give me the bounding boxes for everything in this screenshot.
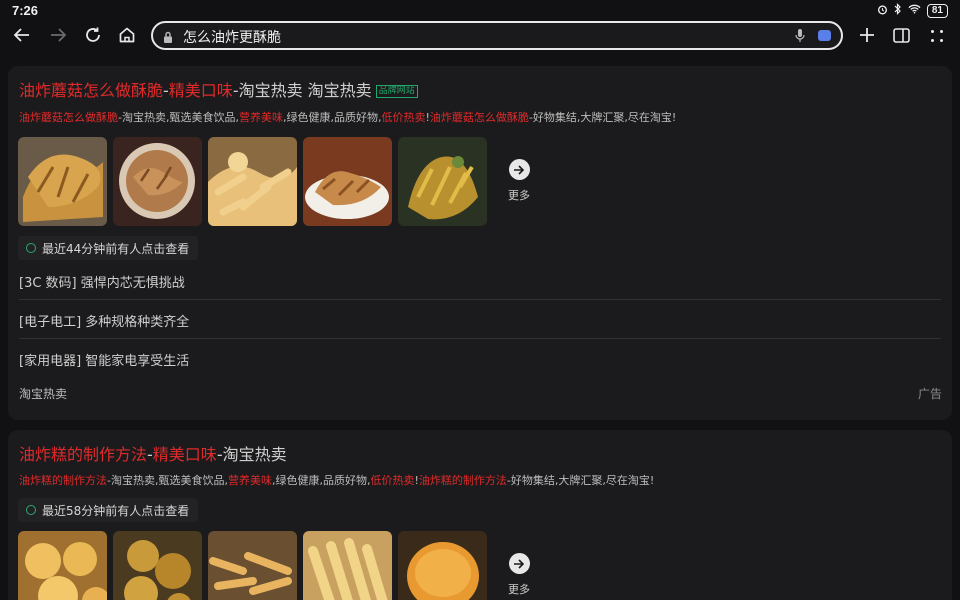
product-thumbnails bbox=[18, 137, 487, 226]
more-label: 更多 bbox=[508, 583, 530, 596]
arrow-left-icon bbox=[13, 27, 31, 47]
title-highlight[interactable]: 油炸糕的制作方法 bbox=[19, 445, 147, 464]
product-image[interactable] bbox=[113, 531, 202, 600]
divider bbox=[19, 299, 941, 300]
desc-text: ,绿色健康,品质好物, bbox=[271, 474, 371, 487]
brand-site-badge: 品牌网站 bbox=[375, 85, 418, 98]
desc-text: -好物集结,大牌汇聚,尽在淘宝! bbox=[528, 111, 677, 124]
forward-button[interactable] bbox=[45, 24, 71, 50]
sidebar-toggle-button[interactable] bbox=[888, 24, 914, 50]
arrow-right-circle-icon bbox=[508, 553, 530, 574]
status-time: 7:26 bbox=[12, 3, 39, 18]
desc-highlight: 油炸蘑菇怎么做酥脆 bbox=[429, 111, 529, 124]
product-image[interactable] bbox=[398, 137, 487, 226]
product-image[interactable] bbox=[208, 531, 297, 600]
new-tab-button[interactable] bbox=[854, 24, 880, 50]
title-highlight[interactable]: 精美口味 bbox=[153, 445, 217, 464]
title-highlight[interactable]: 油炸蘑菇怎么做酥脆 bbox=[19, 81, 163, 100]
home-icon bbox=[118, 26, 136, 48]
microphone-icon[interactable] bbox=[795, 28, 805, 47]
product-image[interactable] bbox=[18, 137, 107, 226]
desc-highlight: 低价热卖 bbox=[370, 474, 415, 487]
bluetooth-icon bbox=[894, 3, 902, 18]
more-images-button[interactable]: 更多 bbox=[499, 553, 539, 597]
arrow-right-icon bbox=[49, 27, 67, 47]
ad-label: 广告 bbox=[917, 387, 942, 401]
alarm-icon bbox=[877, 4, 888, 18]
result-card[interactable]: 油炸糕的制作方法-精美口味-淘宝热卖 油炸糕的制作方法-淘宝热卖,甄选美食饮品,… bbox=[8, 430, 952, 600]
grid-dots-icon bbox=[930, 28, 944, 47]
sitelink-item[interactable]: [家用电器] 智能家电享受生活 bbox=[19, 350, 941, 369]
search-query-text[interactable]: 怎么油炸更酥脆 bbox=[183, 27, 281, 47]
product-image[interactable] bbox=[113, 137, 202, 226]
status-bar: 7:26 81 bbox=[0, 0, 960, 22]
reload-icon bbox=[84, 26, 102, 48]
desc-text: -淘宝热卖,甄选美食饮品, bbox=[118, 111, 239, 124]
desc-text: -淘宝热卖,甄选美食饮品, bbox=[107, 474, 228, 487]
status-icons: 81 bbox=[877, 3, 948, 18]
result-description: 油炸糕的制作方法-淘宝热卖,甄选美食饮品,营养美味,绿色健康,品质好物,低价热卖… bbox=[19, 472, 654, 488]
more-images-button[interactable]: 更多 bbox=[499, 159, 539, 203]
product-image[interactable] bbox=[208, 137, 297, 226]
sidebar-icon bbox=[892, 27, 910, 47]
sitelink-item[interactable]: [3C 数码] 强悍内芯无惧挑战 bbox=[19, 272, 941, 291]
clock-icon bbox=[26, 243, 36, 253]
reload-button[interactable] bbox=[80, 24, 106, 50]
desc-text: -好物集结,大牌汇聚,尽在淘宝! bbox=[506, 474, 655, 487]
clock-icon bbox=[26, 505, 36, 515]
desc-highlight: 油炸糕的制作方法 bbox=[19, 474, 107, 487]
back-button[interactable] bbox=[9, 24, 35, 50]
product-image[interactable] bbox=[303, 137, 392, 226]
sitelink-item[interactable]: [电子电工] 多种规格种类齐全 bbox=[19, 311, 941, 330]
lock-icon bbox=[163, 29, 173, 48]
wifi-icon bbox=[908, 4, 921, 17]
result-title[interactable]: 油炸蘑菇怎么做酥脆-精美口味-淘宝热卖 淘宝热卖 品牌网站 bbox=[19, 77, 418, 101]
product-image[interactable] bbox=[303, 531, 392, 600]
desc-highlight: 油炸糕的制作方法 bbox=[418, 474, 507, 487]
home-button[interactable] bbox=[114, 24, 140, 50]
battery-indicator: 81 bbox=[926, 3, 948, 18]
result-description: 油炸蘑菇怎么做酥脆-淘宝热卖,甄选美食饮品,营养美味,绿色健康,品质好物,低价热… bbox=[19, 109, 676, 125]
title-text[interactable]: -淘宝热卖 bbox=[217, 445, 287, 464]
ai-assistant-icon[interactable] bbox=[818, 30, 831, 41]
desc-highlight: 营养美味 bbox=[227, 474, 272, 487]
recent-click-notice: 最近58分钟前有人点击查看 bbox=[18, 498, 199, 522]
address-bar[interactable]: 怎么油炸更酥脆 bbox=[151, 21, 843, 50]
divider bbox=[19, 338, 941, 339]
result-card[interactable]: 油炸蘑菇怎么做酥脆-精美口味-淘宝热卖 淘宝热卖 品牌网站 油炸蘑菇怎么做酥脆-淘… bbox=[8, 66, 952, 420]
desc-text: ,绿色健康,品质好物, bbox=[282, 111, 382, 124]
more-label: 更多 bbox=[508, 189, 530, 202]
product-image[interactable] bbox=[18, 531, 107, 600]
result-source: 淘宝热卖 bbox=[19, 387, 68, 401]
recent-click-text: 最近58分钟前有人点击查看 bbox=[42, 503, 190, 518]
arrow-right-circle-icon bbox=[508, 159, 530, 180]
desc-highlight: 营养美味 bbox=[238, 111, 283, 124]
title-highlight[interactable]: 精美口味 bbox=[169, 81, 233, 100]
plus-icon bbox=[859, 27, 875, 47]
product-image[interactable] bbox=[398, 531, 487, 600]
menu-button[interactable] bbox=[924, 24, 950, 50]
desc-highlight: 低价热卖 bbox=[381, 111, 426, 124]
recent-click-notice: 最近44分钟前有人点击查看 bbox=[18, 236, 199, 260]
title-text[interactable]: -淘宝热卖 淘宝热卖 bbox=[233, 81, 372, 100]
recent-click-text: 最近44分钟前有人点击查看 bbox=[42, 241, 190, 256]
product-thumbnails bbox=[18, 531, 487, 600]
desc-highlight: 油炸蘑菇怎么做酥脆 bbox=[19, 111, 118, 124]
result-title[interactable]: 油炸糕的制作方法-精美口味-淘宝热卖 bbox=[19, 441, 287, 465]
